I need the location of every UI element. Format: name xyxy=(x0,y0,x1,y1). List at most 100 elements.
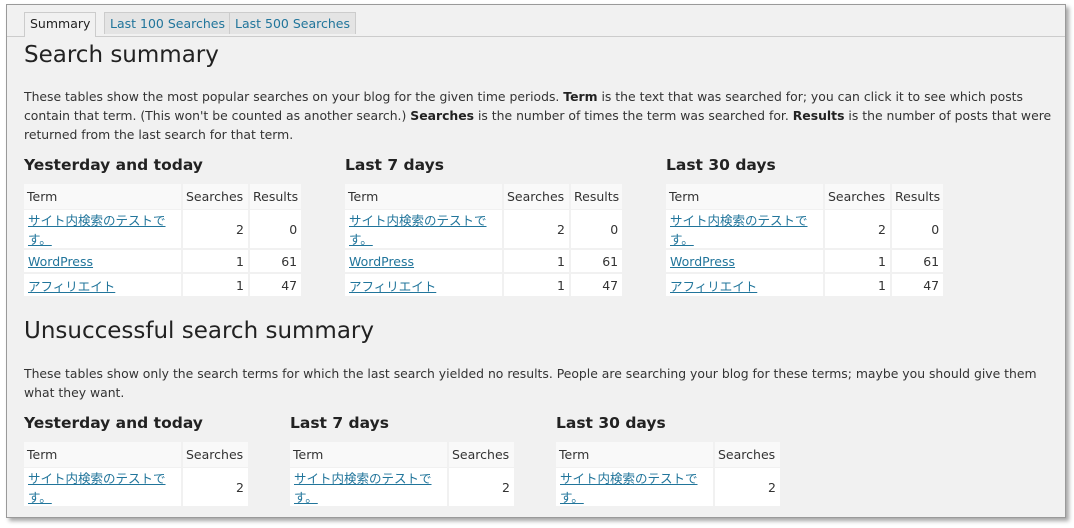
table-header-row: Term Searches xyxy=(290,442,514,467)
desc-text: is the number of times the term was sear… xyxy=(474,108,793,123)
summary-table-yesterday-today: Term Searches Results サイト内検索のテストです。 2 0 … xyxy=(22,184,303,297)
column-header-results: Results xyxy=(571,184,623,209)
column-header-searches: Searches xyxy=(715,442,780,467)
column-header-term: Term xyxy=(290,442,447,467)
desc-bold-searches: Searches xyxy=(410,108,475,123)
term-link[interactable]: サイト内検索のテストです。 xyxy=(294,471,432,505)
column-header-results: Results xyxy=(250,184,302,209)
table-header-row: Term Searches Results xyxy=(345,184,623,209)
term-cell: サイト内検索のテストです。 xyxy=(24,467,181,507)
unsuccessful-period-title-last-7-days: Last 7 days xyxy=(290,414,389,432)
searches-cell: 2 xyxy=(183,467,248,507)
unsuccessful-summary-title: Unsuccessful search summary xyxy=(24,318,374,344)
unsuccessful-table-last-7-days: Term Searches サイト内検索のテストです。 2 xyxy=(288,442,516,507)
term-link[interactable]: アフィリエイト xyxy=(670,279,757,294)
term-link[interactable]: サイト内検索のテストです。 xyxy=(349,213,487,247)
unsuccessful-period-title-last-30-days: Last 30 days xyxy=(556,414,666,432)
desc-bold-term: Term xyxy=(563,89,598,104)
tab-summary[interactable]: Summary xyxy=(24,12,97,37)
results-cell: 0 xyxy=(892,209,944,249)
unsuccessful-table-last-30-days: Term Searches サイト内検索のテストです。 2 xyxy=(554,442,782,507)
table-row: サイト内検索のテストです。 2 xyxy=(24,467,248,507)
table-row: WordPress 1 61 xyxy=(24,249,302,273)
table-row: アフィリエイト 1 47 xyxy=(24,273,302,297)
searches-cell: 1 xyxy=(183,273,248,297)
searches-cell: 1 xyxy=(504,249,569,273)
table-row: WordPress 1 61 xyxy=(345,249,623,273)
table-row: WordPress 1 61 xyxy=(666,249,944,273)
summary-table-last-7-days: Term Searches Results サイト内検索のテストです。 2 0 … xyxy=(343,184,624,297)
period-title-yesterday-today: Yesterday and today xyxy=(24,156,203,174)
searches-cell: 1 xyxy=(825,249,890,273)
searches-cell: 2 xyxy=(183,209,248,249)
table-row: アフィリエイト 1 47 xyxy=(345,273,623,297)
column-header-term: Term xyxy=(24,184,181,209)
tab-last-500-searches[interactable]: Last 500 Searches xyxy=(229,12,356,34)
table-row: サイト内検索のテストです。 2 0 xyxy=(345,209,623,249)
searches-cell: 1 xyxy=(825,273,890,297)
column-header-term: Term xyxy=(24,442,181,467)
column-header-term: Term xyxy=(556,442,713,467)
term-cell: アフィリエイト xyxy=(666,273,823,297)
unsuccessful-period-title-yesterday-today: Yesterday and today xyxy=(24,414,203,432)
searches-cell: 2 xyxy=(504,209,569,249)
term-cell: WordPress xyxy=(24,249,181,273)
term-link[interactable]: サイト内検索のテストです。 xyxy=(28,471,166,505)
table-row: サイト内検索のテストです。 2 0 xyxy=(24,209,302,249)
results-cell: 47 xyxy=(571,273,623,297)
results-cell: 0 xyxy=(571,209,623,249)
term-link[interactable]: サイト内検索のテストです。 xyxy=(28,213,166,247)
term-cell: サイト内検索のテストです。 xyxy=(345,209,502,249)
term-cell: サイト内検索のテストです。 xyxy=(24,209,181,249)
column-header-searches: Searches xyxy=(183,184,248,209)
table-row: サイト内検索のテストです。 2 xyxy=(556,467,780,507)
term-cell: アフィリエイト xyxy=(345,273,502,297)
term-link[interactable]: アフィリエイト xyxy=(28,279,115,294)
results-cell: 61 xyxy=(250,249,302,273)
searches-cell: 2 xyxy=(715,467,780,507)
term-link[interactable]: WordPress xyxy=(349,254,414,269)
searches-cell: 2 xyxy=(825,209,890,249)
column-header-term: Term xyxy=(345,184,502,209)
searches-cell: 2 xyxy=(449,467,514,507)
table-row: サイト内検索のテストです。 2 xyxy=(290,467,514,507)
search-summary-title: Search summary xyxy=(24,42,219,68)
term-cell: サイト内検索のテストです。 xyxy=(666,209,823,249)
term-cell: サイト内検索のテストです。 xyxy=(556,467,713,507)
results-cell: 47 xyxy=(250,273,302,297)
term-link[interactable]: WordPress xyxy=(28,254,93,269)
column-header-term: Term xyxy=(666,184,823,209)
unsuccessful-table-yesterday-today: Term Searches サイト内検索のテストです。 2 xyxy=(22,442,250,507)
desc-bold-results: Results xyxy=(792,108,845,123)
unsuccessful-summary-description: These tables show only the search terms … xyxy=(24,366,1037,400)
term-link[interactable]: サイト内検索のテストです。 xyxy=(670,213,808,247)
searches-cell: 1 xyxy=(183,249,248,273)
period-title-last-7-days: Last 7 days xyxy=(345,156,444,174)
term-cell: WordPress xyxy=(345,249,502,273)
column-header-searches: Searches xyxy=(504,184,569,209)
term-cell: アフィリエイト xyxy=(24,273,181,297)
tab-last-100-searches[interactable]: Last 100 Searches xyxy=(104,12,231,34)
results-cell: 47 xyxy=(892,273,944,297)
table-header-row: Term Searches Results xyxy=(24,184,302,209)
search-meter-panel: Summary Last 100 Searches Last 500 Searc… xyxy=(6,4,1066,518)
searches-cell: 1 xyxy=(504,273,569,297)
results-cell: 61 xyxy=(571,249,623,273)
period-title-last-30-days: Last 30 days xyxy=(666,156,776,174)
term-cell: サイト内検索のテストです。 xyxy=(290,467,447,507)
table-row: サイト内検索のテストです。 2 0 xyxy=(666,209,944,249)
desc-text: These tables show the most popular searc… xyxy=(24,89,564,104)
column-header-results: Results xyxy=(892,184,944,209)
results-cell: 0 xyxy=(250,209,302,249)
summary-table-last-30-days: Term Searches Results サイト内検索のテストです。 2 0 … xyxy=(664,184,945,297)
column-header-searches: Searches xyxy=(449,442,514,467)
column-header-searches: Searches xyxy=(183,442,248,467)
term-link[interactable]: アフィリエイト xyxy=(349,279,436,294)
term-link[interactable]: サイト内検索のテストです。 xyxy=(560,471,698,505)
table-header-row: Term Searches xyxy=(556,442,780,467)
tab-bar: Summary Last 100 Searches Last 500 Searc… xyxy=(7,12,1065,37)
results-cell: 61 xyxy=(892,249,944,273)
term-cell: WordPress xyxy=(666,249,823,273)
table-row: アフィリエイト 1 47 xyxy=(666,273,944,297)
term-link[interactable]: WordPress xyxy=(670,254,735,269)
